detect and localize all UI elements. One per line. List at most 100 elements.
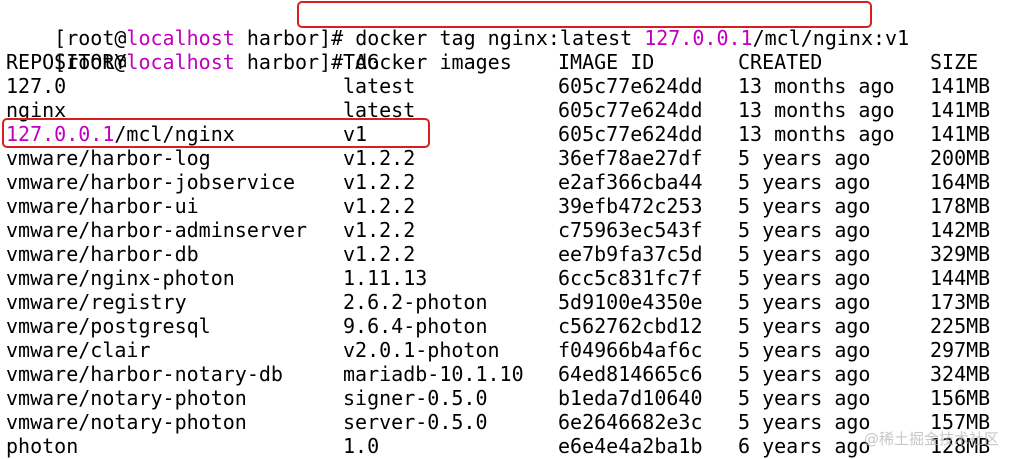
cell-created: 5 years ago	[738, 218, 871, 242]
cell-repository: vmware/harbor-notary-db	[6, 362, 283, 386]
cell-image-id: 36ef78ae27df	[558, 146, 703, 170]
cell-created: 5 years ago	[738, 410, 871, 434]
header-size: SIZE	[930, 50, 979, 74]
cell-created: 13 months ago	[738, 122, 895, 146]
table-row: 127.0 latest 605c77e624dd 13 months ago …	[6, 74, 1006, 98]
cell-tag: 9.6.4-photon	[343, 314, 488, 338]
cell-image-id: 6cc5c831fc7f	[558, 266, 703, 290]
cell-image-id: 6e2646682e3c	[558, 410, 703, 434]
cell-created: 5 years ago	[738, 362, 871, 386]
cell-size: 144MB	[930, 266, 991, 290]
cell-created: 5 years ago	[738, 314, 871, 338]
cell-created: 13 months ago	[738, 98, 895, 122]
table-row: vmware/harbor-jobservice v1.2.2 e2af366cba…	[6, 170, 1006, 194]
cell-tag: v1.2.2	[343, 194, 416, 218]
cell-created: 5 years ago	[738, 242, 871, 266]
cell-tag: v1.2.2	[343, 170, 416, 194]
cell-tag: mariadb-10.1.10	[343, 362, 524, 386]
table-row: vmware/harbor-adminserver v1.2.2 c75963ec5…	[6, 218, 1006, 242]
command-tag-part-b: /mcl/nginx:v1	[752, 26, 910, 50]
cell-image-id: 605c77e624dd	[558, 74, 703, 98]
cell-created: 5 years ago	[738, 386, 871, 410]
cell-tag: server-0.5.0	[343, 410, 488, 434]
cell-tag: v1.2.2	[343, 146, 416, 170]
table-row: vmware/notary-photon server-0.5.0 6e264668…	[6, 410, 1006, 434]
cell-size: 329MB	[930, 242, 991, 266]
table-row: vmware/harbor-db v1.2.2 ee7b9fa37c5d 5 year…	[6, 242, 1006, 266]
cell-size: 225MB	[930, 314, 991, 338]
terminal-window[interactable]: [root@localhost harbor]# docker tag ngin…	[0, 0, 1013, 459]
table-row: photon 1.0 e6e4e4a2ba1b 6 years ago 128MB	[6, 434, 1006, 458]
cell-tag: v1.2.2	[343, 242, 416, 266]
cell-repository: photon	[6, 434, 79, 458]
cell-tag: v2.0.1-photon	[343, 338, 500, 362]
cell-repository: vmware/postgresql	[6, 314, 211, 338]
cell-repository: vmware/clair	[6, 338, 151, 362]
cell-tag: 2.6.2-photon	[343, 290, 488, 314]
cell-repository: vmware/nginx-photon	[6, 266, 235, 290]
header-created: CREATED	[738, 50, 823, 74]
cell-image-id: 39efb472c253	[558, 194, 703, 218]
cell-repository: vmware/harbor-ui	[6, 194, 199, 218]
table-row: vmware/harbor-log v1.2.2 36ef78ae27df 5 yea…	[6, 146, 1006, 170]
cell-image-id: e6e4e4a2ba1b	[558, 434, 703, 458]
cell-image-id: f04966b4af6c	[558, 338, 703, 362]
cell-tag: v1.2.2	[343, 218, 416, 242]
cell-image-id: 605c77e624dd	[558, 122, 703, 146]
cell-created: 5 years ago	[738, 194, 871, 218]
cell-size: 178MB	[930, 194, 991, 218]
cell-size: 164MB	[930, 170, 991, 194]
cell-repository: vmware/harbor-adminserver	[6, 218, 308, 242]
cell-size: 156MB	[930, 386, 991, 410]
cell-created: 6 years ago	[738, 434, 871, 458]
cell-repository: vmware/notary-photon	[6, 386, 247, 410]
prompt-line-images-command: [root@localhost harbor]# docker images	[6, 26, 512, 74]
table-row: vmware/harbor-ui v1.2.2 39efb472c253 5 year…	[6, 194, 1006, 218]
cell-image-id: c75963ec543f	[558, 218, 703, 242]
cell-repository: vmware/registry	[6, 290, 187, 314]
table-row: vmware/clair v2.0.1-photon f04966b4af6c 5 y…	[6, 338, 1006, 362]
cell-size: 200MB	[930, 146, 991, 170]
cell-image-id: 5d9100e4350e	[558, 290, 703, 314]
cell-size: 297MB	[930, 338, 991, 362]
cell-size: 141MB	[930, 74, 991, 98]
cell-image-id: ee7b9fa37c5d	[558, 242, 703, 266]
row-highlight-box	[2, 118, 430, 148]
command-tag-ip: 127.0.0.1	[644, 26, 753, 50]
cell-size: 141MB	[930, 122, 991, 146]
cell-image-id: e2af366cba44	[558, 170, 703, 194]
cell-created: 5 years ago	[738, 338, 871, 362]
cell-created: 5 years ago	[738, 146, 871, 170]
cell-size: 173MB	[930, 290, 991, 314]
cell-size: 141MB	[930, 98, 991, 122]
cell-tag: signer-0.5.0	[343, 386, 488, 410]
cell-repository: 127.0	[6, 74, 67, 98]
table-header: REPOSITORY TAG IMAGE ID CREATED SIZE	[6, 50, 1006, 74]
table-row: vmware/nginx-photon 1.11.13 6cc5c831fc7f 5 …	[6, 266, 1006, 290]
table-row: vmware/postgresql 9.6.4-photon c562762cbd1…	[6, 314, 1006, 338]
watermark: @稀土掘金技术社区	[863, 430, 999, 448]
cell-created: 5 years ago	[738, 170, 871, 194]
table-row: vmware/notary-photon signer-0.5.0 b1eda7d1…	[6, 386, 1006, 410]
table-row: vmware/harbor-notary-db mariadb-10.1.10 64…	[6, 362, 1006, 386]
table-row: vmware/registry 2.6.2-photon 5d9100e4350e 5…	[6, 290, 1006, 314]
cell-size: 324MB	[930, 362, 991, 386]
cell-image-id: 605c77e624dd	[558, 98, 703, 122]
cell-repository: vmware/harbor-jobservice	[6, 170, 295, 194]
cell-created: 5 years ago	[738, 266, 871, 290]
cell-created: 13 months ago	[738, 74, 895, 98]
cell-created: 5 years ago	[738, 290, 871, 314]
cell-repository: vmware/notary-photon	[6, 410, 247, 434]
cell-repository: vmware/harbor-db	[6, 242, 199, 266]
cell-image-id: c562762cbd12	[558, 314, 703, 338]
cell-tag: 1.11.13	[343, 266, 428, 290]
cell-tag: latest	[343, 74, 416, 98]
header-image-id: IMAGE ID	[558, 50, 655, 74]
header-repository: REPOSITORY	[6, 50, 127, 74]
cell-tag: 1.0	[343, 434, 380, 458]
cell-repository: vmware/harbor-log	[6, 146, 211, 170]
header-tag: TAG	[343, 50, 380, 74]
command-highlight-box	[297, 1, 872, 28]
cell-size: 142MB	[930, 218, 991, 242]
cell-image-id: b1eda7d10640	[558, 386, 703, 410]
